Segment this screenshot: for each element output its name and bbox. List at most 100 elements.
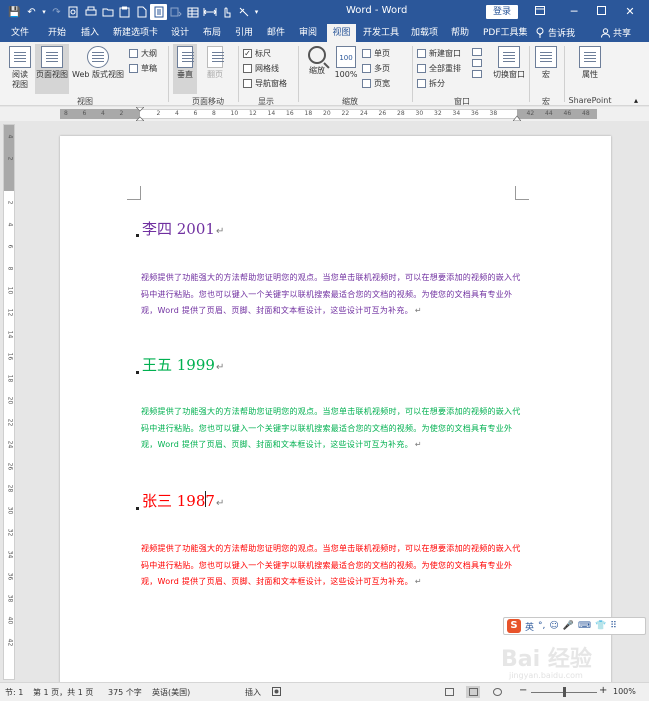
gridlines-checkbox[interactable]: 网格线	[243, 63, 279, 74]
right-indent-marker-icon[interactable]	[513, 113, 521, 121]
insert-mode-indicator[interactable]: 插入	[245, 687, 261, 698]
tab-home[interactable]: 开始	[46, 24, 68, 42]
paragraph-wangwu[interactable]: 视频提供了功能强大的方法帮助您证明您的观点。当您单击联机视频时，可以在想要添加的…	[141, 404, 524, 454]
macro-record-icon[interactable]	[272, 687, 281, 698]
sharepoint-group-label: SharePoint	[568, 96, 612, 105]
tab-design[interactable]: 设计	[169, 24, 191, 42]
microphone-icon[interactable]: 🎤	[563, 621, 574, 631]
paragraph-mark: ↵	[414, 440, 422, 449]
zoom-in-button[interactable]: +	[599, 685, 607, 696]
multiple-pages-button[interactable]: 多页	[362, 63, 390, 74]
reading-view-icon[interactable]	[150, 4, 167, 20]
tab-review[interactable]: 审阅	[297, 24, 319, 42]
sync-scroll-icon[interactable]	[472, 59, 482, 67]
share-button[interactable]: 共享	[601, 26, 631, 39]
login-button[interactable]: 登录	[486, 5, 518, 19]
zoom-level[interactable]: 100%	[613, 687, 636, 696]
touch-mode-icon[interactable]	[218, 4, 235, 20]
paste-icon[interactable]	[116, 4, 133, 20]
print-layout-button[interactable]: 页面视图	[35, 44, 69, 94]
read-mode-view-icon[interactable]	[442, 686, 456, 698]
toolbox-icon[interactable]: ⠿	[610, 621, 617, 631]
nav-pane-checkbox[interactable]: 导航窗格	[243, 78, 287, 89]
outline-button[interactable]: 大纲	[129, 48, 157, 59]
heading-zhangsan[interactable]: 张三 1987↵	[142, 490, 224, 511]
collapse-ribbon-icon[interactable]: ▴	[634, 96, 638, 105]
zoom-slider-thumb[interactable]	[563, 687, 566, 697]
tab-pdf-tools[interactable]: PDF工具集	[481, 24, 530, 42]
tell-me-search[interactable]: 告诉我	[536, 26, 575, 39]
split-button[interactable]: 拆分	[417, 78, 445, 89]
new-document-icon[interactable]	[133, 4, 150, 20]
page-indicator[interactable]: 第 1 页，共 1 页	[33, 687, 93, 698]
restore-icon[interactable]	[590, 3, 612, 21]
one-page-button[interactable]: 单页	[362, 48, 390, 59]
read-mode-label: 阅读 视图	[12, 70, 28, 89]
tab-layout[interactable]: 布局	[201, 24, 223, 42]
new-window-button[interactable]: 新建窗口	[417, 48, 461, 59]
heading-wangwu[interactable]: 王五 1999↵	[142, 354, 224, 375]
horizontal-ruler[interactable]: 8 6 4 2 2 4 6 8 10 12 14 16 18 20 22 24 26 28 30 32 34 36 38 42…	[0, 107, 649, 121]
minimize-icon[interactable]: ─	[563, 3, 585, 21]
vertical-ruler[interactable]: 4 2 2 4 6 8 10 12 14 16 18 20 22 24 26 28 30 32 34 36 38 40 42	[3, 124, 15, 680]
tab-new-tab[interactable]: 新建选项卡	[111, 24, 160, 42]
print-icon[interactable]	[82, 4, 99, 20]
indent-marker-icon[interactable]	[136, 107, 144, 121]
tab-file[interactable]: 文件	[9, 24, 31, 42]
skin-icon[interactable]: 👕	[595, 621, 606, 631]
table-icon[interactable]	[184, 4, 201, 20]
zoom-out-button[interactable]: −	[519, 685, 527, 696]
sogou-ime-toolbar[interactable]: S 英 °, ☺ 🎤 ⌨ 👕 ⠿	[503, 617, 646, 635]
draft-button[interactable]: 草稿	[129, 63, 157, 74]
tab-mailings[interactable]: 邮件	[265, 24, 287, 42]
zoom-button[interactable]: 缩放	[304, 46, 330, 76]
keyboard-icon[interactable]: ⌨	[578, 621, 591, 631]
format-painter-icon[interactable]	[235, 4, 252, 20]
tab-view[interactable]: 视图	[327, 24, 356, 42]
close-icon[interactable]: ✕	[619, 3, 641, 21]
width-icon[interactable]	[201, 4, 218, 20]
paragraph-lisi[interactable]: 视频提供了功能强大的方法帮助您证明您的观点。当您单击联机视频时，可以在想要添加的…	[141, 270, 524, 320]
web-layout-button[interactable]: Web 版式视图	[70, 46, 126, 80]
side-to-side-button[interactable]: 翻页	[203, 46, 227, 80]
arrange-all-button[interactable]: 全部重排	[417, 63, 461, 74]
ime-language-toggle[interactable]: 英	[525, 620, 534, 633]
macros-button[interactable]: 宏	[534, 46, 558, 80]
ribbon-display-options-icon[interactable]	[529, 3, 551, 21]
undo-icon[interactable]: ↶	[23, 4, 40, 20]
open-folder-icon[interactable]	[99, 4, 116, 20]
punctuation-icon[interactable]: °,	[538, 621, 545, 631]
tab-help[interactable]: 帮助	[449, 24, 471, 42]
print-layout-view-icon[interactable]	[466, 686, 480, 698]
page-width-button[interactable]: 页宽	[362, 78, 390, 89]
customize-qat-icon[interactable]: ▾	[252, 4, 261, 20]
switch-windows-button[interactable]: 切换窗口	[487, 46, 531, 80]
tab-developer[interactable]: 开发工具	[361, 24, 401, 42]
properties-button[interactable]: 属性	[576, 46, 604, 80]
word-count[interactable]: 375 个字	[108, 687, 142, 698]
reset-window-icon[interactable]	[472, 70, 482, 78]
document-page[interactable]: 李四 2001↵ 视频提供了功能强大的方法帮助您证明您的观点。当您单击联机视频时…	[60, 136, 611, 682]
ruler-checkbox[interactable]: ✓ 标尺	[243, 48, 271, 59]
redo-icon[interactable]: ↷	[48, 4, 65, 20]
tab-addins[interactable]: 加载项	[409, 24, 440, 42]
save-icon[interactable]: 💾	[6, 4, 23, 20]
layout-dropdown-icon[interactable]	[167, 4, 184, 20]
undo-dropdown-icon[interactable]: ▾	[40, 4, 48, 20]
zoom-100-button[interactable]: 100 100%	[333, 46, 359, 80]
vertical-scrollbar[interactable]	[641, 122, 649, 682]
section-indicator[interactable]: 节: 1	[5, 687, 23, 698]
paragraph-zhangsan[interactable]: 视频提供了功能强大的方法帮助您证明您的观点。当您单击联机视频时，可以在想要添加的…	[141, 541, 524, 591]
tab-insert[interactable]: 插入	[79, 24, 101, 42]
read-mode-button[interactable]: 阅读 视图	[6, 46, 34, 90]
tab-references[interactable]: 引用	[233, 24, 255, 42]
sogou-logo-icon[interactable]: S	[507, 619, 521, 633]
vertical-button[interactable]: 垂直	[173, 44, 197, 94]
print-preview-icon[interactable]	[65, 4, 82, 20]
emoji-icon[interactable]: ☺	[549, 621, 558, 631]
document-area[interactable]: 李四 2001↵ 视频提供了功能强大的方法帮助您证明您的观点。当您单击联机视频时…	[16, 122, 640, 682]
view-side-by-side-icon[interactable]	[472, 48, 482, 56]
web-layout-view-icon[interactable]	[490, 686, 504, 698]
language-indicator[interactable]: 英语(美国)	[152, 687, 190, 698]
heading-lisi[interactable]: 李四 2001↵	[142, 218, 224, 239]
